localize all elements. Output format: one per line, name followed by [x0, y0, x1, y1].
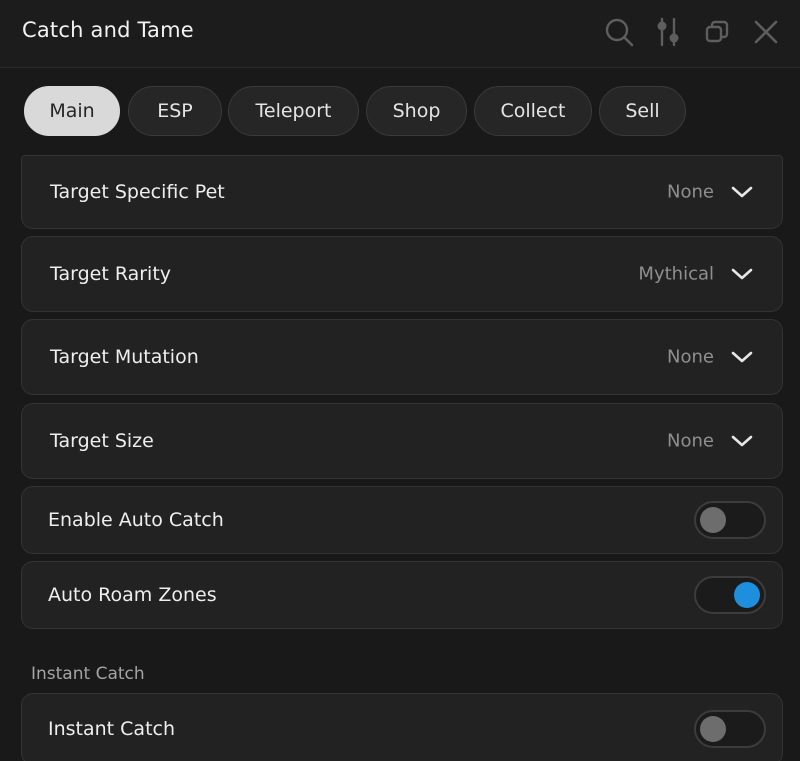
toggle-row-instant-catch: Instant Catch — [21, 693, 783, 761]
sliders-icon[interactable] — [652, 16, 684, 48]
title-bar: Catch and Tame — [0, 0, 800, 68]
toggle-label: Auto Roam Zones — [48, 584, 217, 606]
search-icon[interactable] — [603, 16, 635, 48]
restore-window-icon[interactable] — [701, 16, 733, 48]
tab-shop[interactable]: Shop — [366, 86, 467, 136]
toggle-knob — [734, 582, 760, 608]
tab-esp[interactable]: ESP — [128, 86, 222, 136]
dropdown-target-size[interactable]: Target Size None — [21, 403, 783, 479]
chevron-down-icon[interactable] — [730, 267, 754, 281]
dropdown-target-rarity[interactable]: Target Rarity Mythical — [21, 236, 783, 312]
close-icon[interactable] — [750, 16, 782, 48]
window-title: Catch and Tame — [22, 18, 194, 42]
toggle-knob — [700, 716, 726, 742]
section-heading-instant-catch: Instant Catch — [31, 664, 145, 684]
toggle-row-auto-roam-zones: Auto Roam Zones — [21, 561, 783, 629]
app-window: Catch and Tame Main ESP Teleport Shop Co… — [0, 0, 800, 761]
tab-teleport[interactable]: Teleport — [228, 86, 359, 136]
toggle-knob — [700, 507, 726, 533]
dropdown-label: Target Rarity — [50, 263, 172, 285]
toggle-row-enable-auto-catch: Enable Auto Catch — [21, 486, 783, 554]
dropdown-value: Mythical — [638, 263, 714, 285]
tab-sell[interactable]: Sell — [599, 86, 686, 136]
chevron-down-icon[interactable] — [730, 434, 754, 448]
dropdown-label: Target Mutation — [50, 346, 199, 368]
dropdown-label: Target Specific Pet — [50, 181, 225, 203]
dropdown-value: None — [667, 181, 714, 203]
toggle-label: Enable Auto Catch — [48, 509, 224, 531]
dropdown-target-mutation[interactable]: Target Mutation None — [21, 319, 783, 395]
chevron-down-icon[interactable] — [730, 350, 754, 364]
instant-catch-toggle[interactable] — [694, 710, 766, 748]
dropdown-value: None — [667, 430, 714, 452]
dropdown-target-specific-pet[interactable]: Target Specific Pet None — [21, 155, 783, 229]
tab-collect[interactable]: Collect — [474, 86, 592, 136]
dropdown-value: None — [667, 346, 714, 368]
chevron-down-icon[interactable] — [730, 185, 754, 199]
tab-main[interactable]: Main — [24, 86, 120, 136]
enable-auto-catch-toggle[interactable] — [694, 501, 766, 539]
dropdown-label: Target Size — [50, 430, 154, 452]
auto-roam-zones-toggle[interactable] — [694, 576, 766, 614]
toggle-label: Instant Catch — [48, 718, 176, 740]
